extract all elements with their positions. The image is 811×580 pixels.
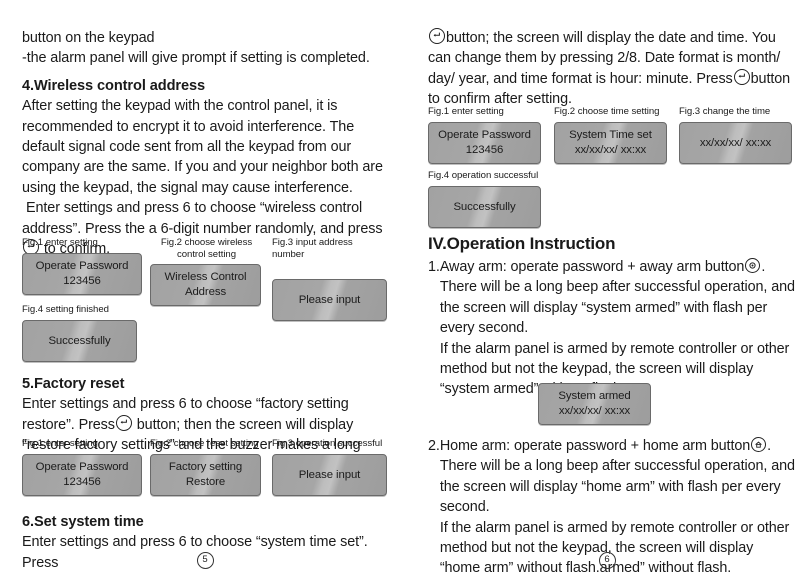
operation-item-1-body: Away arm: operate password + away arm bu… xyxy=(440,257,796,400)
figure-caption: Fig.1 enter setting xyxy=(22,237,98,248)
lcd-line-2: xx/xx/xx/ xx:xx xyxy=(574,144,647,156)
section-6-heading: 6.Set system time xyxy=(22,514,144,530)
figure-caption: Fig.4 operation successful xyxy=(428,170,539,181)
figure-group-s6-2: Fig.2 choose time setting System Time se… xyxy=(554,106,679,164)
lcd-line-1: Please input xyxy=(298,293,361,306)
figure-group-s4-3: Fig.3 input address number Please input xyxy=(272,237,387,321)
page-number-left: 5 xyxy=(190,552,220,569)
lcd-line-2: xx/xx/xx/ xx:xx xyxy=(558,405,631,417)
lcd-line-2: 123456 xyxy=(465,144,504,156)
lcd-line-1: Successfully xyxy=(453,200,516,213)
section-4-paragraph-1: After setting the keypad with the contro… xyxy=(22,98,383,196)
enter-key-icon xyxy=(115,414,132,431)
lcd-display: Successfully xyxy=(428,186,541,228)
section-5-heading: 5.Factory reset xyxy=(22,376,125,392)
figure-caption: Fig.3 change the time xyxy=(679,106,771,117)
enter-key-icon xyxy=(733,68,750,85)
intro-line-1: button on the keypad xyxy=(22,30,155,46)
page-number-value: 6 xyxy=(598,552,616,569)
lcd-display: Successfully xyxy=(22,320,137,362)
operation-item-2-before: Home arm: operate password + home arm bu… xyxy=(439,438,751,454)
figure-group-s6-4: Fig.4 operation successful Successfully xyxy=(428,170,558,228)
operation-item-1-before: Away arm: operate password + away arm bu… xyxy=(439,259,745,275)
figure-group-system-armed: System armed xx/xx/xx/ xx:xx xyxy=(538,383,651,425)
figure-caption: Fig.2 choose wireless control setting xyxy=(160,237,253,260)
lcd-line-1: System armed xyxy=(558,390,631,402)
figure-group-s6-1: Fig.1 enter setting Operate Password 123… xyxy=(428,106,548,164)
lcd-display: Please input xyxy=(272,279,387,321)
lcd-line-1: Operate Password xyxy=(35,260,129,272)
lcd-line-2: 123456 xyxy=(63,476,101,488)
page-number-right: 6 xyxy=(592,552,622,569)
lcd-display: Operate Password 123456 xyxy=(22,253,142,295)
figure-group-s4-1: Fig.1 enter setting Operate Password 123… xyxy=(22,237,142,295)
figure-group-s6-3: Fig.3 change the time xx/xx/xx/ xx:xx xyxy=(679,106,794,164)
lcd-display: Factory setting Restore xyxy=(150,454,261,496)
lcd-line-1: Wireless Control xyxy=(164,271,247,283)
lcd-line-1: xx/xx/xx/ xx:xx xyxy=(699,136,772,149)
figure-caption: Fig.4 setting finished xyxy=(22,304,109,315)
section-4-heading: 4.Wireless control address xyxy=(22,77,206,94)
figure-caption: Fig.2 choose reset setting xyxy=(150,438,259,449)
lcd-line-1: Successfully xyxy=(48,334,111,347)
operation-item-1-number: 1. xyxy=(428,259,440,275)
right-column: button; the screen will display the date… xyxy=(411,0,811,580)
lcd-display: Operate Password 123456 xyxy=(22,454,142,496)
enter-key-icon xyxy=(429,28,445,44)
lcd-line-2: Address xyxy=(184,286,227,298)
operation-instruction-section: IV.Operation Instruction 1. Away arm: op… xyxy=(428,232,796,400)
section-6-continued-before: button; the screen will display the date… xyxy=(428,30,781,87)
lcd-line-1: Please input xyxy=(298,468,361,481)
lcd-display: System Time set xx/xx/xx/ xx:xx xyxy=(554,122,667,164)
operation-item-1: 1. Away arm: operate password + away arm… xyxy=(428,257,796,400)
lcd-display: xx/xx/xx/ xx:xx xyxy=(679,122,792,164)
figure-caption: Fig.2 choose time setting xyxy=(554,106,660,117)
lcd-line-2: Restore xyxy=(185,476,226,488)
lcd-display: System armed xx/xx/xx/ xx:xx xyxy=(538,383,651,425)
intro-line-2: -the alarm panel will give prompt if set… xyxy=(22,50,370,67)
section-6-continued-paragraph: button; the screen will display the date… xyxy=(428,28,799,110)
lcd-line-1: Factory setting xyxy=(168,461,243,473)
lcd-line-1: Operate Password xyxy=(438,129,531,141)
document-page: button on the keypad -the alarm panel wi… xyxy=(0,0,811,580)
lcd-line-1: System Time set xyxy=(569,129,652,141)
lcd-display: Operate Password 123456 xyxy=(428,122,541,164)
figure-group-s4-4: Fig.4 setting finished Successfully xyxy=(22,304,142,362)
figure-group-s5-1: Fig.1 enter setting Operate Password 123… xyxy=(22,438,142,496)
left-column: button on the keypad -the alarm panel wi… xyxy=(0,0,411,580)
page-number-value: 5 xyxy=(196,552,214,569)
lcd-display: Please input xyxy=(272,454,387,496)
figure-caption: Fig.3 operation successful xyxy=(272,438,383,449)
figure-group-s5-2: Fig.2 choose reset setting Factory setti… xyxy=(150,438,263,496)
lcd-line-2: 123456 xyxy=(63,275,101,287)
home-arm-button-icon xyxy=(751,437,767,452)
figure-caption: Fig.3 input address number xyxy=(272,237,353,260)
lcd-line-1: Operate Password xyxy=(35,461,129,473)
operation-instruction-heading: IV.Operation Instruction xyxy=(428,234,616,253)
away-arm-button-icon xyxy=(745,258,761,273)
figure-caption: Fig.1 enter setting xyxy=(22,438,98,449)
figure-caption: Fig.1 enter setting xyxy=(428,106,504,117)
figure-group-s5-3: Fig.3 operation successful Please input xyxy=(272,438,387,496)
operation-item-2-number: 2. xyxy=(428,438,440,454)
section-4-paragraph-2-before: Enter settings and press 6 to choose “wi… xyxy=(22,200,383,237)
lcd-display: Wireless Control Address xyxy=(150,264,261,306)
figure-group-s4-2: Fig.2 choose wireless control setting Wi… xyxy=(150,237,263,306)
